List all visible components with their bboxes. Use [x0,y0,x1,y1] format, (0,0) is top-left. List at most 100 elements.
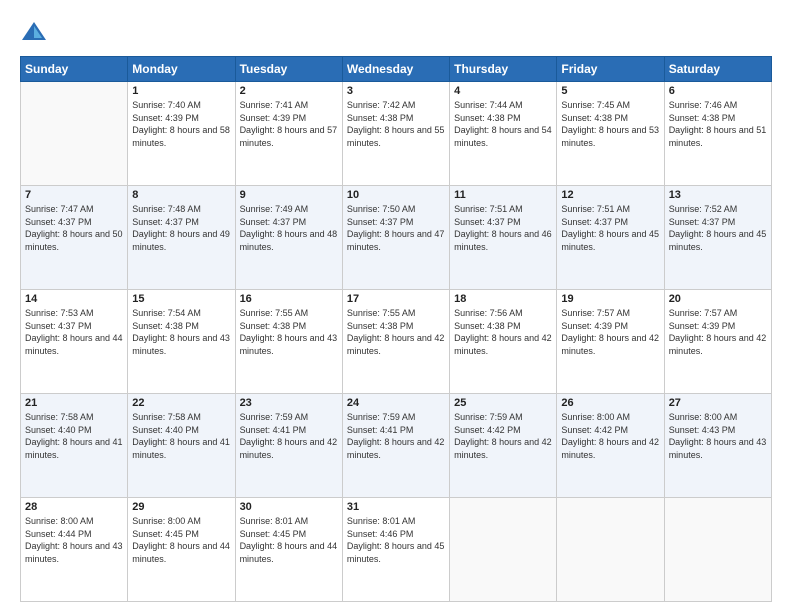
day-number: 28 [25,501,123,513]
day-info: Sunrise: 7:57 AMSunset: 4:39 PMDaylight:… [669,308,767,356]
day-info: Sunrise: 7:46 AMSunset: 4:38 PMDaylight:… [669,100,767,148]
day-info: Sunrise: 7:41 AMSunset: 4:39 PMDaylight:… [240,100,338,148]
day-info: Sunrise: 7:59 AMSunset: 4:42 PMDaylight:… [454,412,552,460]
page: SundayMondayTuesdayWednesdayThursdayFrid… [0,0,792,612]
day-number: 26 [561,397,659,409]
day-number: 25 [454,397,552,409]
day-info: Sunrise: 7:45 AMSunset: 4:38 PMDaylight:… [561,100,659,148]
day-number: 29 [132,501,230,513]
day-number: 12 [561,189,659,201]
calendar-day: 2 Sunrise: 7:41 AMSunset: 4:39 PMDayligh… [235,82,342,186]
calendar-day: 1 Sunrise: 7:40 AMSunset: 4:39 PMDayligh… [128,82,235,186]
weekday-header-cell: Thursday [450,57,557,82]
day-number: 4 [454,85,552,97]
day-info: Sunrise: 7:55 AMSunset: 4:38 PMDaylight:… [240,308,338,356]
day-number: 20 [669,293,767,305]
weekday-header-cell: Wednesday [342,57,449,82]
calendar-week: 7 Sunrise: 7:47 AMSunset: 4:37 PMDayligh… [21,186,772,290]
day-number: 6 [669,85,767,97]
calendar-day: 21 Sunrise: 7:58 AMSunset: 4:40 PMDaylig… [21,394,128,498]
calendar-day: 14 Sunrise: 7:53 AMSunset: 4:37 PMDaylig… [21,290,128,394]
calendar: SundayMondayTuesdayWednesdayThursdayFrid… [20,56,772,602]
calendar-day: 25 Sunrise: 7:59 AMSunset: 4:42 PMDaylig… [450,394,557,498]
day-info: Sunrise: 7:55 AMSunset: 4:38 PMDaylight:… [347,308,445,356]
day-number: 11 [454,189,552,201]
calendar-week: 14 Sunrise: 7:53 AMSunset: 4:37 PMDaylig… [21,290,772,394]
day-info: Sunrise: 7:53 AMSunset: 4:37 PMDaylight:… [25,308,123,356]
day-info: Sunrise: 7:59 AMSunset: 4:41 PMDaylight:… [240,412,338,460]
weekday-header-cell: Saturday [664,57,771,82]
calendar-day: 6 Sunrise: 7:46 AMSunset: 4:38 PMDayligh… [664,82,771,186]
calendar-day: 23 Sunrise: 7:59 AMSunset: 4:41 PMDaylig… [235,394,342,498]
day-number: 14 [25,293,123,305]
day-number: 10 [347,189,445,201]
calendar-day: 11 Sunrise: 7:51 AMSunset: 4:37 PMDaylig… [450,186,557,290]
calendar-day: 31 Sunrise: 8:01 AMSunset: 4:46 PMDaylig… [342,498,449,602]
day-number: 5 [561,85,659,97]
calendar-day: 5 Sunrise: 7:45 AMSunset: 4:38 PMDayligh… [557,82,664,186]
day-info: Sunrise: 7:54 AMSunset: 4:38 PMDaylight:… [132,308,230,356]
calendar-day: 10 Sunrise: 7:50 AMSunset: 4:37 PMDaylig… [342,186,449,290]
day-info: Sunrise: 8:01 AMSunset: 4:46 PMDaylight:… [347,516,445,564]
day-number: 8 [132,189,230,201]
calendar-day: 9 Sunrise: 7:49 AMSunset: 4:37 PMDayligh… [235,186,342,290]
day-info: Sunrise: 7:52 AMSunset: 4:37 PMDaylight:… [669,204,767,252]
day-info: Sunrise: 7:58 AMSunset: 4:40 PMDaylight:… [25,412,123,460]
calendar-week: 28 Sunrise: 8:00 AMSunset: 4:44 PMDaylig… [21,498,772,602]
day-info: Sunrise: 8:00 AMSunset: 4:45 PMDaylight:… [132,516,230,564]
day-info: Sunrise: 7:57 AMSunset: 4:39 PMDaylight:… [561,308,659,356]
calendar-day: 19 Sunrise: 7:57 AMSunset: 4:39 PMDaylig… [557,290,664,394]
calendar-day: 13 Sunrise: 7:52 AMSunset: 4:37 PMDaylig… [664,186,771,290]
day-info: Sunrise: 8:00 AMSunset: 4:44 PMDaylight:… [25,516,123,564]
calendar-day: 26 Sunrise: 8:00 AMSunset: 4:42 PMDaylig… [557,394,664,498]
day-info: Sunrise: 8:01 AMSunset: 4:45 PMDaylight:… [240,516,338,564]
day-info: Sunrise: 7:40 AMSunset: 4:39 PMDaylight:… [132,100,230,148]
calendar-day: 15 Sunrise: 7:54 AMSunset: 4:38 PMDaylig… [128,290,235,394]
day-info: Sunrise: 7:51 AMSunset: 4:37 PMDaylight:… [454,204,552,252]
day-info: Sunrise: 7:44 AMSunset: 4:38 PMDaylight:… [454,100,552,148]
day-info: Sunrise: 7:59 AMSunset: 4:41 PMDaylight:… [347,412,445,460]
day-number: 16 [240,293,338,305]
weekday-header-cell: Monday [128,57,235,82]
day-number: 9 [240,189,338,201]
day-info: Sunrise: 7:42 AMSunset: 4:38 PMDaylight:… [347,100,445,148]
day-number: 27 [669,397,767,409]
day-number: 18 [454,293,552,305]
calendar-day: 29 Sunrise: 8:00 AMSunset: 4:45 PMDaylig… [128,498,235,602]
calendar-day: 18 Sunrise: 7:56 AMSunset: 4:38 PMDaylig… [450,290,557,394]
calendar-day: 24 Sunrise: 7:59 AMSunset: 4:41 PMDaylig… [342,394,449,498]
day-info: Sunrise: 7:51 AMSunset: 4:37 PMDaylight:… [561,204,659,252]
logo [20,18,52,46]
day-info: Sunrise: 7:49 AMSunset: 4:37 PMDaylight:… [240,204,338,252]
day-number: 13 [669,189,767,201]
calendar-day: 22 Sunrise: 7:58 AMSunset: 4:40 PMDaylig… [128,394,235,498]
calendar-day: 8 Sunrise: 7:48 AMSunset: 4:37 PMDayligh… [128,186,235,290]
day-number: 22 [132,397,230,409]
day-info: Sunrise: 8:00 AMSunset: 4:42 PMDaylight:… [561,412,659,460]
calendar-day: 27 Sunrise: 8:00 AMSunset: 4:43 PMDaylig… [664,394,771,498]
day-info: Sunrise: 7:50 AMSunset: 4:37 PMDaylight:… [347,204,445,252]
day-number: 24 [347,397,445,409]
day-info: Sunrise: 7:56 AMSunset: 4:38 PMDaylight:… [454,308,552,356]
day-info: Sunrise: 8:00 AMSunset: 4:43 PMDaylight:… [669,412,767,460]
day-number: 7 [25,189,123,201]
day-number: 23 [240,397,338,409]
day-number: 31 [347,501,445,513]
day-number: 21 [25,397,123,409]
calendar-day [21,82,128,186]
day-number: 15 [132,293,230,305]
calendar-week: 1 Sunrise: 7:40 AMSunset: 4:39 PMDayligh… [21,82,772,186]
weekday-header: SundayMondayTuesdayWednesdayThursdayFrid… [21,57,772,82]
day-info: Sunrise: 7:58 AMSunset: 4:40 PMDaylight:… [132,412,230,460]
day-number: 1 [132,85,230,97]
calendar-day: 30 Sunrise: 8:01 AMSunset: 4:45 PMDaylig… [235,498,342,602]
weekday-header-cell: Tuesday [235,57,342,82]
day-number: 3 [347,85,445,97]
calendar-day: 3 Sunrise: 7:42 AMSunset: 4:38 PMDayligh… [342,82,449,186]
calendar-day: 4 Sunrise: 7:44 AMSunset: 4:38 PMDayligh… [450,82,557,186]
calendar-day: 7 Sunrise: 7:47 AMSunset: 4:37 PMDayligh… [21,186,128,290]
day-number: 2 [240,85,338,97]
calendar-day [557,498,664,602]
day-number: 30 [240,501,338,513]
weekday-header-cell: Sunday [21,57,128,82]
